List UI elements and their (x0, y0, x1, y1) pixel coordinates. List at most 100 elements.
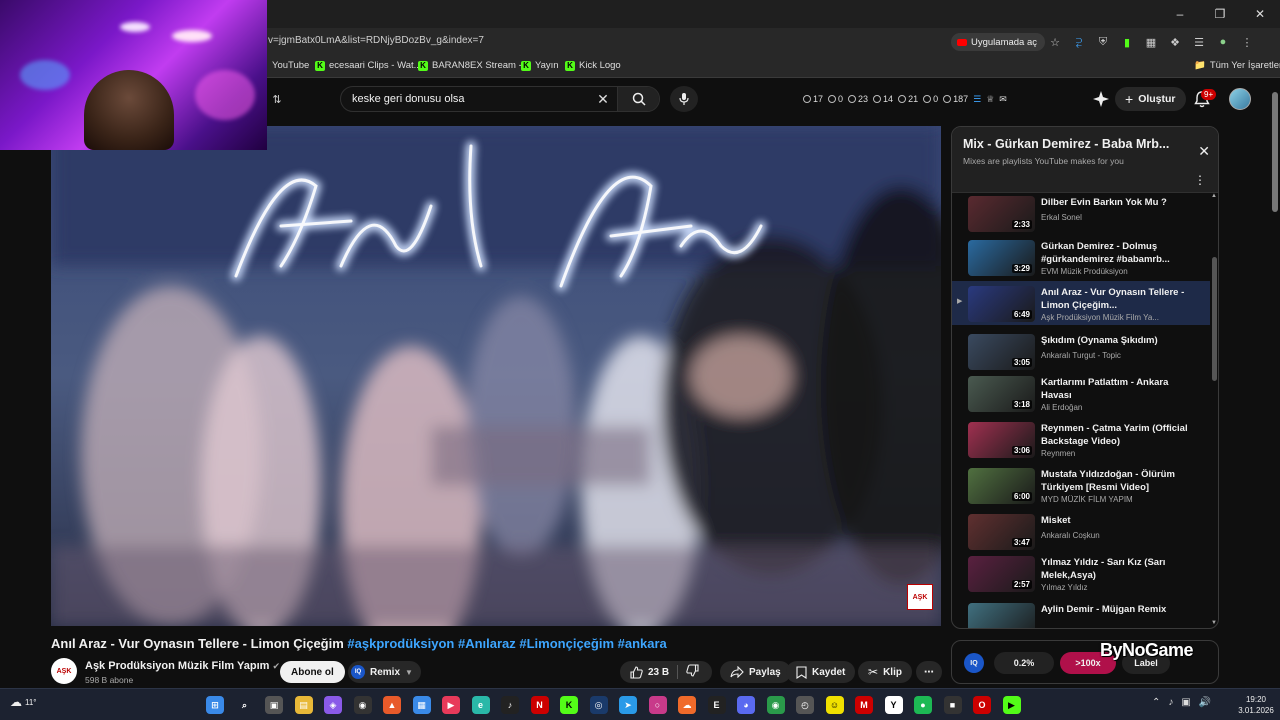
bookmark-kick-logo[interactable]: K Kick Logo (565, 60, 621, 71)
dislike-button[interactable] (686, 664, 699, 680)
playlist-thumbnail[interactable]: 6:49 (968, 286, 1035, 322)
sparkle-icon[interactable] (1092, 90, 1110, 108)
windows-start-icon[interactable]: ⊞ (206, 696, 224, 714)
percentage-pill[interactable]: 0.2% (994, 652, 1054, 674)
spotify-icon[interactable]: ● (914, 696, 932, 714)
maximize-icon[interactable]: ❐ (1200, 0, 1240, 28)
open-in-app-button[interactable]: Uygulamada aç (951, 33, 1046, 51)
playlist-item[interactable]: 2:33 Dilber Evin Barkın Yok Mu ? Erkal Son… (952, 193, 1210, 235)
file-explorer-icon[interactable]: ▤ (294, 696, 313, 714)
user-avatar[interactable] (1229, 88, 1251, 110)
channel-avatar[interactable]: AŞK (51, 658, 77, 684)
shield-extension-icon[interactable]: ⛨ (1095, 34, 1111, 50)
bookmark-baran8ex[interactable]: K BARAN8EX Stream -... (418, 60, 530, 71)
chat-icon[interactable]: ✉ (999, 94, 1007, 105)
instagram-icon[interactable]: ○ (648, 696, 667, 714)
trophy-icon[interactable]: ♕ (986, 94, 994, 105)
battery-extension-icon[interactable]: ▮ (1119, 34, 1135, 50)
telegram-icon[interactable]: ➤ (619, 696, 637, 714)
chevron-up-icon[interactable]: ⌃ (1152, 697, 1160, 708)
store-icon[interactable]: ▦ (412, 696, 431, 714)
profile-icon[interactable]: ● (1215, 34, 1231, 50)
copilot-icon[interactable]: ◈ (324, 696, 342, 714)
channel-name[interactable]: Aşk Prodüksiyon Müzik Film Yapım ✔ (85, 660, 280, 672)
playlist-title[interactable]: Mix - Gürkan Demirez - Baba Mrb... (963, 137, 1183, 151)
video-hashtags[interactable]: #aşkprodüksiyon #Anılaraz #Limonçiçeğim … (347, 636, 666, 651)
playlist-thumbnail[interactable]: 6:00 (968, 468, 1035, 504)
close-window-icon[interactable]: ✕ (1240, 0, 1280, 28)
playlist-thumbnail[interactable]: 3:47 (968, 514, 1035, 550)
playlist-thumbnail[interactable]: 3:05 (968, 334, 1035, 370)
playlist-item[interactable]: 2:57 Yılmaz Yıldız - Sarı Kız (Sarı Melek… (952, 551, 1210, 595)
share-button[interactable]: Paylaş (720, 661, 791, 683)
search-button[interactable] (617, 87, 659, 111)
tiktok-icon[interactable]: ♪ (501, 696, 519, 714)
bookmark-ecesaari[interactable]: Kecesaari Clips - Wat... (315, 60, 422, 71)
snapchat-icon[interactable]: ☺ (825, 696, 844, 714)
task-view-icon[interactable]: ▣ (265, 696, 283, 714)
playlist-item[interactable]: 6:00 Mustafa Yıldızdoğan - Ölürüm Türkiye… (952, 463, 1210, 507)
netflix-icon[interactable]: N (530, 696, 549, 714)
notepad-icon[interactable]: ■ (943, 696, 962, 714)
subscribe-button[interactable]: Abone ol (280, 661, 345, 683)
scroll-down-icon[interactable]: ▼ (1211, 620, 1217, 626)
volume-icon[interactable]: 🔊 (1199, 697, 1211, 708)
minimize-icon[interactable]: – (1160, 0, 1200, 28)
playlist-thumbnail[interactable]: 3:29 (968, 240, 1035, 276)
iq-badge[interactable]: IQ (964, 653, 984, 673)
playlist-item[interactable]: 3:47 Misket Ankaralı Coşkun (952, 509, 1210, 553)
voice-search-button[interactable] (670, 86, 698, 112)
channel-watermark[interactable]: AŞK (907, 584, 933, 610)
puzzle-icon[interactable]: ❖ (1167, 34, 1183, 50)
playlist-scrollbar[interactable]: ▲ ▼ (1211, 193, 1217, 628)
sliders-icon[interactable]: ⇅ (268, 90, 286, 108)
youtube-app-icon[interactable]: ▶ (442, 696, 460, 714)
search-box[interactable]: keske geri donusu olsa ✕ (340, 86, 660, 112)
wifi-extension-icon[interactable]: ⥻ (1071, 34, 1087, 50)
kick-app-icon[interactable]: K (560, 696, 578, 714)
bookmark-youtube[interactable]: YouTube (272, 60, 309, 71)
playlist-item[interactable]: 3:18 Kartlarımı Patlattım - Ankara Havası… (952, 371, 1210, 415)
chrome-icon[interactable]: ◉ (766, 696, 785, 714)
search-input[interactable]: keske geri donusu olsa (341, 93, 589, 105)
playlist-scroll-thumb[interactable] (1212, 257, 1217, 381)
discord-icon[interactable]: ◕ (737, 696, 755, 714)
opera-icon[interactable]: O (973, 696, 991, 714)
more-vertical-icon[interactable]: ⋮ (1194, 173, 1206, 187)
terminal-icon[interactable]: ▶ (1002, 696, 1021, 714)
search-taskbar-icon[interactable]: ⌕ (236, 696, 254, 714)
video-player[interactable]: AŞK (51, 126, 941, 626)
soundcloud-icon[interactable]: ☁ (678, 696, 696, 714)
steam-icon[interactable]: ◎ (589, 696, 608, 714)
wallet-extension-icon[interactable]: ▦ (1143, 34, 1159, 50)
playlist-thumbnail[interactable]: 3:06 (968, 422, 1035, 458)
playlist-item[interactable]: 3:05 Şıkıdım (Oynama Şıkıdım) Ankaralı Tur… (952, 329, 1210, 373)
clip-button[interactable]: ✂ Klip (858, 661, 912, 683)
obs-icon[interactable]: ◉ (353, 696, 372, 714)
playlist-item[interactable]: ▶ 6:49 Anıl Araz - Vur Oynasın Tellere - L… (952, 281, 1210, 325)
page-scrollbar[interactable] (1270, 80, 1280, 688)
yandex-icon[interactable]: Y (884, 696, 903, 714)
like-button[interactable]: 23 B (630, 665, 669, 679)
page-scroll-thumb[interactable] (1272, 92, 1278, 212)
playlist-item[interactable]: 3:29 Gürkan Demirez - Dolmuş #gürkandemir… (952, 235, 1210, 279)
bookmark-yayin[interactable]: K Yayın (521, 60, 559, 71)
weather-widget[interactable]: ☁ 11° (10, 695, 37, 709)
brave-icon[interactable]: ▲ (383, 696, 401, 714)
playlist-thumbnail[interactable]: 2:57 (968, 556, 1035, 592)
playlist-item[interactable]: Aylin Demir - Müjgan Remix (952, 598, 1210, 628)
mcafee-icon[interactable]: M (855, 696, 873, 714)
list-icon[interactable]: ☰ (973, 94, 981, 105)
playlist-thumbnail[interactable] (968, 603, 1035, 628)
gauge-app-icon[interactable]: ◴ (796, 696, 814, 714)
playlist-thumbnail[interactable]: 2:33 (968, 196, 1035, 232)
display-icon[interactable]: ▣ (1181, 697, 1190, 708)
clear-search-icon[interactable]: ✕ (589, 91, 617, 108)
playlist-item[interactable]: 3:06 Reynmen - Çatma Yarim (Official Back… (952, 417, 1210, 461)
clock[interactable]: 19:20 3.01.2026 (1236, 694, 1276, 716)
epic-icon[interactable]: E (707, 696, 726, 714)
all-bookmarks[interactable]: 📁 Tüm Yer İşaretleri (1194, 60, 1280, 71)
more-actions-button[interactable]: ⋯ (916, 661, 942, 683)
url-field[interactable]: v=jgmBatx0LmA&list=RDNjyBDozBv_g&index=7 (268, 35, 484, 46)
close-playlist-icon[interactable]: ✕ (1198, 143, 1210, 160)
